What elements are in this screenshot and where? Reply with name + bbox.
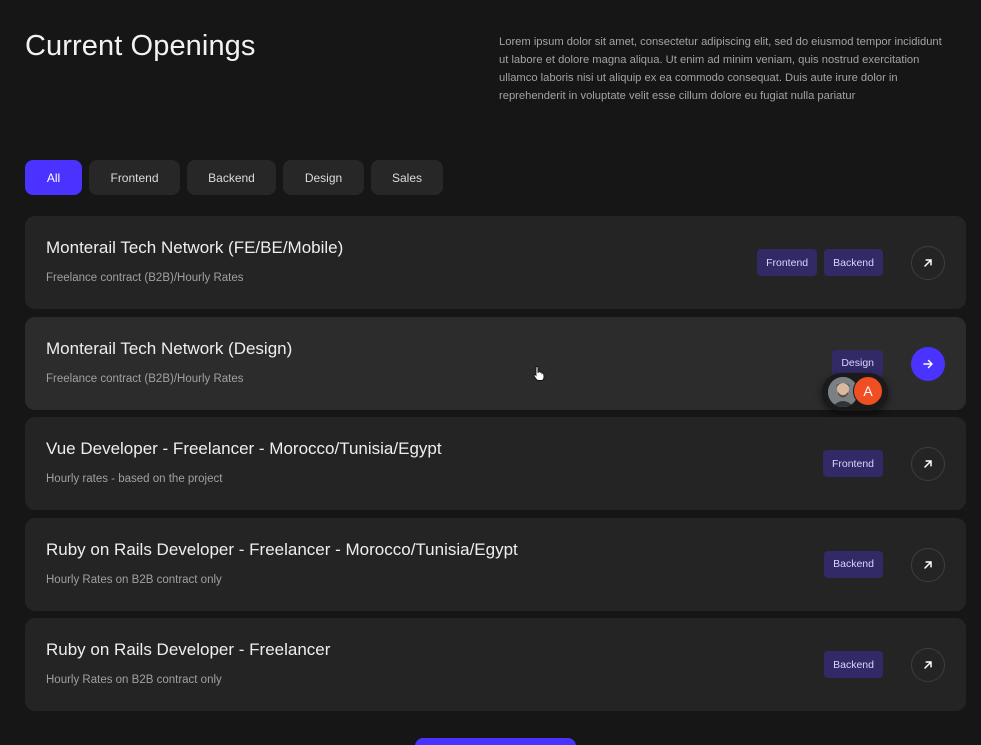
job-subtitle: Freelance contract (B2B)/Hourly Rates [46,372,244,385]
job-tags: Backend [824,550,883,578]
job-title: Ruby on Rails Developer - Freelancer - M… [46,539,518,559]
job-title: Ruby on Rails Developer - Freelancer [46,640,331,659]
job-title: Vue Developer - Freelancer - Morocco/Tun… [46,439,442,458]
filter-all-button[interactable]: All [25,160,82,195]
filter-sales-button[interactable]: Sales [371,160,443,195]
filter-tabs: All Frontend Backend Design Sales [25,160,443,195]
open-job-button[interactable] [911,346,945,381]
open-job-button[interactable] [911,648,945,682]
careers-page: Current Openings Lorem ipsum dolor sit a… [0,0,981,745]
tag-backend: Backend [824,249,883,276]
arrow-up-right-icon [924,560,932,569]
job-card[interactable]: Monterail Tech Network (FE/BE/Mobile) Fr… [25,216,966,309]
job-title: Monterail Tech Network (Design) [46,338,293,358]
job-subtitle: Hourly Rates on B2B contract only [46,573,222,586]
tag-backend: Backend [824,550,883,578]
intro-paragraph: Lorem ipsum dolor sit amet, consectetur … [499,36,942,102]
viewer-avatars: A [822,372,888,411]
job-subtitle: Hourly Rates on B2B contract only [46,674,222,686]
job-card[interactable]: Vue Developer - Freelancer - Morocco/Tun… [25,417,966,510]
open-job-button[interactable] [911,547,945,582]
page-title: Current Openings [25,30,256,62]
filter-frontend-button[interactable]: Frontend [89,160,180,195]
arrow-up-right-icon [924,259,932,267]
job-list: Monterail Tech Network (FE/BE/Mobile) Fr… [25,216,966,719]
arrow-up-right-icon [924,661,932,669]
open-job-button[interactable] [911,246,945,280]
load-more-button[interactable] [415,738,576,745]
tag-frontend: Frontend [757,249,818,276]
tag-backend: Backend [824,651,883,678]
job-card[interactable]: Monterail Tech Network (Design) Freelanc… [25,316,966,411]
tag-frontend: Frontend [822,450,883,477]
job-tags: Frontend Backend [757,249,883,276]
job-title: Monterail Tech Network (FE/BE/Mobile) [46,238,344,257]
job-subtitle: Hourly rates - based on the project [46,473,223,485]
hand-pointer-icon [533,366,545,381]
job-card[interactable]: Ruby on Rails Developer - Freelancer Hou… [25,618,966,711]
filter-backend-button[interactable]: Backend [187,160,276,195]
job-tags: Backend [824,651,883,678]
job-tags: Frontend [822,450,883,477]
job-subtitle: Freelance contract (B2B)/Hourly Rates [46,272,244,284]
avatar-initial: A [853,375,883,406]
filter-design-button[interactable]: Design [283,160,364,195]
arrow-right-icon [923,359,933,368]
job-card[interactable]: Ruby on Rails Developer - Freelancer - M… [25,517,966,611]
arrow-up-right-icon [924,460,932,468]
open-job-button[interactable] [911,447,945,481]
